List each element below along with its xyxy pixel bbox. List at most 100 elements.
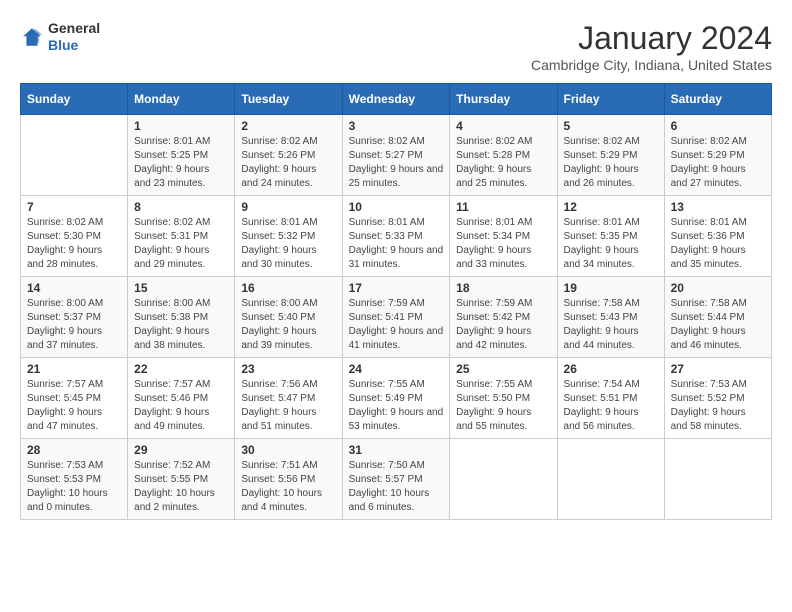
- day-number: 6: [671, 119, 765, 133]
- calendar-week-row: 7 Sunrise: 8:02 AMSunset: 5:30 PMDaylight…: [21, 196, 772, 277]
- calendar-cell: [664, 439, 771, 520]
- calendar-cell: 20 Sunrise: 7:58 AMSunset: 5:44 PMDayligh…: [664, 277, 771, 358]
- calendar-table: SundayMondayTuesdayWednesdayThursdayFrid…: [20, 83, 772, 520]
- calendar-cell: [450, 439, 557, 520]
- day-info: Sunrise: 8:02 AMSunset: 5:30 PMDaylight:…: [27, 216, 121, 272]
- day-number: 23: [241, 362, 335, 376]
- logo: General Blue: [20, 20, 100, 54]
- day-number: 3: [349, 119, 444, 133]
- calendar-cell: 5 Sunrise: 8:02 AMSunset: 5:29 PMDaylight…: [557, 115, 664, 196]
- day-info: Sunrise: 8:01 AMSunset: 5:25 PMDaylight:…: [134, 135, 228, 191]
- header-day: Wednesday: [342, 84, 450, 115]
- logo-blue: Blue: [48, 37, 100, 54]
- day-info: Sunrise: 8:02 AMSunset: 5:29 PMDaylight:…: [671, 135, 765, 191]
- month-title: January 2024: [531, 20, 772, 57]
- calendar-cell: 29Sunrise: 7:52 AMSunset: 5:55 PMDayligh…: [128, 439, 235, 520]
- day-info: Sunrise: 7:54 AMSunset: 5:51 PMDaylight:…: [564, 378, 658, 434]
- calendar-cell: 9 Sunrise: 8:01 AMSunset: 5:32 PMDaylight…: [235, 196, 342, 277]
- day-number: 5: [564, 119, 658, 133]
- calendar-cell: 26 Sunrise: 7:54 AMSunset: 5:51 PMDayligh…: [557, 358, 664, 439]
- day-info: Sunrise: 7:55 AMSunset: 5:49 PMDaylight:…: [349, 378, 444, 434]
- calendar-cell: 19 Sunrise: 7:58 AMSunset: 5:43 PMDayligh…: [557, 277, 664, 358]
- day-number: 26: [564, 362, 658, 376]
- day-info: Sunrise: 8:02 AMSunset: 5:27 PMDaylight:…: [349, 135, 444, 191]
- day-number: 8: [134, 200, 228, 214]
- day-number: 31: [349, 443, 444, 457]
- day-info: Sunrise: 7:53 AMSunset: 5:53 PMDaylight:…: [27, 459, 121, 515]
- calendar-cell: 30 Sunrise: 7:51 AMSunset: 5:56 PMDayligh…: [235, 439, 342, 520]
- day-number: 24: [349, 362, 444, 376]
- day-number: 7: [27, 200, 121, 214]
- title-section: January 2024 Cambridge City, Indiana, Un…: [531, 20, 772, 73]
- day-info: Sunrise: 8:00 AMSunset: 5:37 PMDaylight:…: [27, 297, 121, 353]
- header-day: Monday: [128, 84, 235, 115]
- day-info: Sunrise: 8:01 AMSunset: 5:36 PMDaylight:…: [671, 216, 765, 272]
- day-number: 28: [27, 443, 121, 457]
- calendar-cell: 1 Sunrise: 8:01 AMSunset: 5:25 PMDaylight…: [128, 115, 235, 196]
- day-number: 19: [564, 281, 658, 295]
- day-info: Sunrise: 8:01 AMSunset: 5:34 PMDaylight:…: [456, 216, 550, 272]
- calendar-cell: 24 Sunrise: 7:55 AMSunset: 5:49 PMDayligh…: [342, 358, 450, 439]
- calendar-cell: 21Sunrise: 7:57 AMSunset: 5:45 PMDayligh…: [21, 358, 128, 439]
- day-number: 9: [241, 200, 335, 214]
- page-header: General Blue January 2024 Cambridge City…: [20, 20, 772, 73]
- calendar-cell: 8 Sunrise: 8:02 AMSunset: 5:31 PMDaylight…: [128, 196, 235, 277]
- day-number: 1: [134, 119, 228, 133]
- calendar-cell: 25 Sunrise: 7:55 AMSunset: 5:50 PMDayligh…: [450, 358, 557, 439]
- calendar-cell: 31Sunrise: 7:50 AMSunset: 5:57 PMDayligh…: [342, 439, 450, 520]
- logo-icon: [20, 25, 44, 49]
- day-info: Sunrise: 7:58 AMSunset: 5:43 PMDaylight:…: [564, 297, 658, 353]
- calendar-cell: 18Sunrise: 7:59 AMSunset: 5:42 PMDayligh…: [450, 277, 557, 358]
- day-number: 12: [564, 200, 658, 214]
- day-info: Sunrise: 7:55 AMSunset: 5:50 PMDaylight:…: [456, 378, 550, 434]
- day-number: 11: [456, 200, 550, 214]
- day-number: 13: [671, 200, 765, 214]
- day-number: 16: [241, 281, 335, 295]
- day-number: 10: [349, 200, 444, 214]
- calendar-cell: 17 Sunrise: 7:59 AMSunset: 5:41 PMDayligh…: [342, 277, 450, 358]
- day-number: 22: [134, 362, 228, 376]
- header-day: Tuesday: [235, 84, 342, 115]
- day-info: Sunrise: 8:02 AMSunset: 5:29 PMDaylight:…: [564, 135, 658, 191]
- day-info: Sunrise: 7:53 AMSunset: 5:52 PMDaylight:…: [671, 378, 765, 434]
- calendar-cell: 22 Sunrise: 7:57 AMSunset: 5:46 PMDayligh…: [128, 358, 235, 439]
- calendar-cell: 14 Sunrise: 8:00 AMSunset: 5:37 PMDayligh…: [21, 277, 128, 358]
- calendar-cell: [557, 439, 664, 520]
- day-number: 15: [134, 281, 228, 295]
- day-info: Sunrise: 8:00 AMSunset: 5:40 PMDaylight:…: [241, 297, 335, 353]
- day-info: Sunrise: 8:01 AMSunset: 5:32 PMDaylight:…: [241, 216, 335, 272]
- day-info: Sunrise: 7:57 AMSunset: 5:46 PMDaylight:…: [134, 378, 228, 434]
- day-number: 29: [134, 443, 228, 457]
- calendar-cell: 7 Sunrise: 8:02 AMSunset: 5:30 PMDaylight…: [21, 196, 128, 277]
- header-day: Sunday: [21, 84, 128, 115]
- day-number: 14: [27, 281, 121, 295]
- header-day: Saturday: [664, 84, 771, 115]
- day-info: Sunrise: 7:58 AMSunset: 5:44 PMDaylight:…: [671, 297, 765, 353]
- calendar-cell: 6 Sunrise: 8:02 AMSunset: 5:29 PMDaylight…: [664, 115, 771, 196]
- logo-general: General: [48, 20, 100, 37]
- day-info: Sunrise: 8:00 AMSunset: 5:38 PMDaylight:…: [134, 297, 228, 353]
- day-info: Sunrise: 7:59 AMSunset: 5:41 PMDaylight:…: [349, 297, 444, 353]
- calendar-cell: 13 Sunrise: 8:01 AMSunset: 5:36 PMDayligh…: [664, 196, 771, 277]
- header-row: SundayMondayTuesdayWednesdayThursdayFrid…: [21, 84, 772, 115]
- calendar-cell: 12Sunrise: 8:01 AMSunset: 5:35 PMDayligh…: [557, 196, 664, 277]
- day-number: 2: [241, 119, 335, 133]
- location: Cambridge City, Indiana, United States: [531, 57, 772, 73]
- calendar-week-row: 21Sunrise: 7:57 AMSunset: 5:45 PMDayligh…: [21, 358, 772, 439]
- day-number: 20: [671, 281, 765, 295]
- logo-text: General Blue: [48, 20, 100, 54]
- day-number: 30: [241, 443, 335, 457]
- calendar-week-row: 14 Sunrise: 8:00 AMSunset: 5:37 PMDayligh…: [21, 277, 772, 358]
- calendar-week-row: 1 Sunrise: 8:01 AMSunset: 5:25 PMDaylight…: [21, 115, 772, 196]
- day-info: Sunrise: 7:59 AMSunset: 5:42 PMDaylight:…: [456, 297, 550, 353]
- calendar-cell: [21, 115, 128, 196]
- calendar-cell: 3 Sunrise: 8:02 AMSunset: 5:27 PMDaylight…: [342, 115, 450, 196]
- day-number: 25: [456, 362, 550, 376]
- day-info: Sunrise: 8:02 AMSunset: 5:26 PMDaylight:…: [241, 135, 335, 191]
- day-number: 17: [349, 281, 444, 295]
- calendar-cell: 23Sunrise: 7:56 AMSunset: 5:47 PMDayligh…: [235, 358, 342, 439]
- day-info: Sunrise: 8:02 AMSunset: 5:31 PMDaylight:…: [134, 216, 228, 272]
- header-day: Thursday: [450, 84, 557, 115]
- day-info: Sunrise: 7:51 AMSunset: 5:56 PMDaylight:…: [241, 459, 335, 515]
- day-number: 21: [27, 362, 121, 376]
